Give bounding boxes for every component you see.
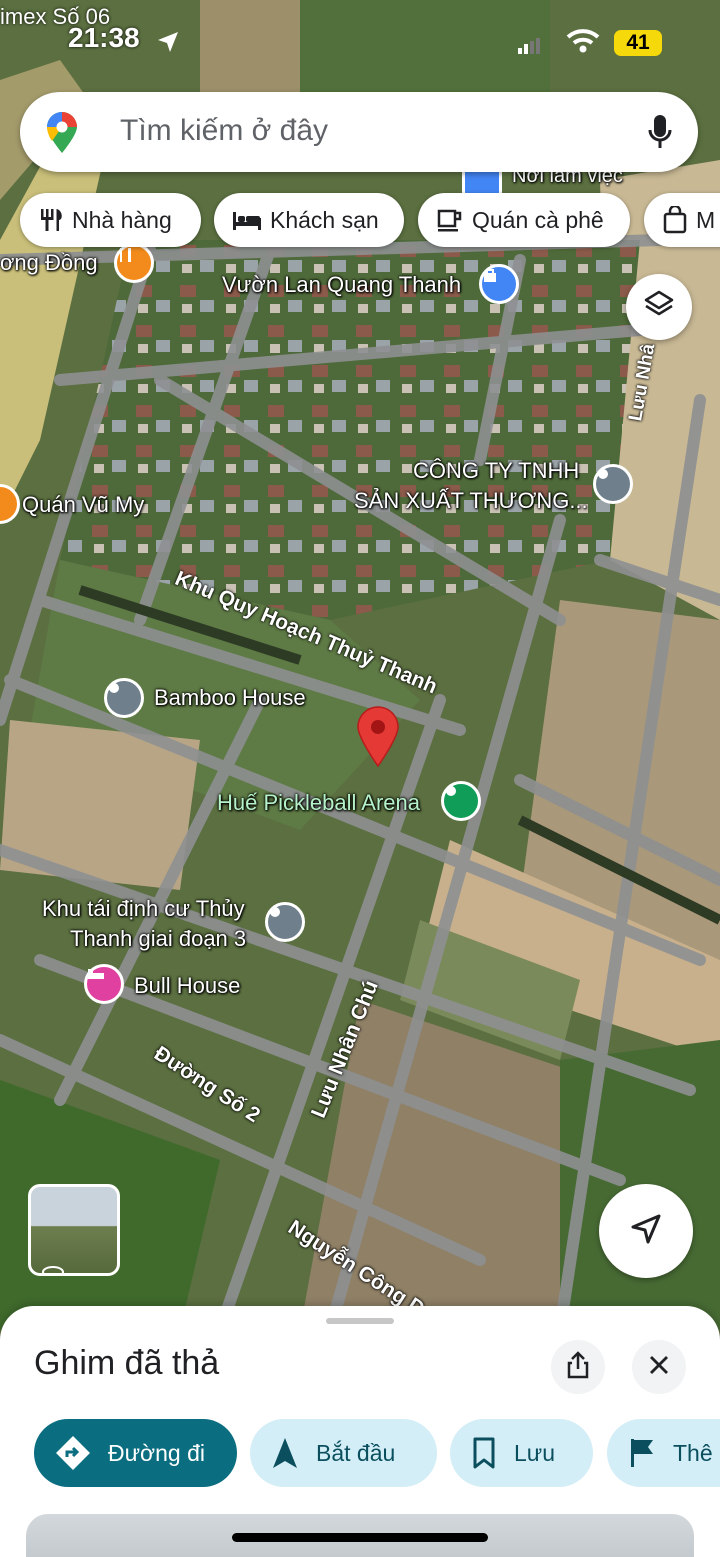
chip-hotels[interactable]: Khách sạn bbox=[214, 193, 404, 247]
google-maps-pin-icon bbox=[46, 112, 78, 159]
hotel-pin-icon[interactable] bbox=[84, 964, 124, 1004]
label-bamboo-house[interactable]: Bamboo House bbox=[154, 685, 306, 711]
hotel-bed-icon bbox=[232, 208, 262, 232]
coffee-cup-icon bbox=[436, 207, 464, 233]
chip-coffee-label: Quán cà phê bbox=[472, 206, 604, 233]
bookmark-icon bbox=[472, 1437, 496, 1469]
close-button[interactable] bbox=[632, 1340, 686, 1394]
sheet-title: Ghim đã thả bbox=[34, 1344, 220, 1382]
start-label: Bắt đầu bbox=[316, 1439, 396, 1466]
sheet-drag-handle[interactable] bbox=[326, 1318, 394, 1324]
place-pin-icon[interactable] bbox=[593, 464, 633, 504]
chip-restaurants-label: Nhà hàng bbox=[72, 206, 172, 233]
layers-button[interactable] bbox=[626, 274, 692, 340]
status-time: 21:38 bbox=[68, 22, 140, 53]
save-button[interactable]: Lưu bbox=[450, 1419, 593, 1487]
flag-icon bbox=[629, 1437, 655, 1469]
directions-icon bbox=[56, 1436, 90, 1470]
restaurant-icon bbox=[38, 207, 64, 233]
label-bull-house[interactable]: Bull House bbox=[134, 973, 240, 999]
chip-shopping-label: M bbox=[696, 206, 716, 233]
home-indicator[interactable] bbox=[232, 1533, 488, 1542]
label-pickleball-arena[interactable]: Huế Pickleball Arena bbox=[217, 790, 420, 816]
shopping-pin-icon[interactable] bbox=[479, 264, 519, 304]
street-view-thumbnail[interactable] bbox=[28, 1184, 120, 1276]
sports-pin-icon[interactable] bbox=[441, 781, 481, 821]
layers-icon bbox=[643, 289, 675, 326]
search-bar[interactable]: Tìm kiếm ở đây bbox=[20, 92, 698, 172]
battery-level: 41 bbox=[626, 31, 650, 54]
chip-restaurants[interactable]: Nhà hàng bbox=[20, 193, 201, 247]
bottom-sheet[interactable]: Ghim đã thả Đường đi Bắt đầu Lưu Thê bbox=[0, 1306, 720, 1557]
label-cong-ty-line2[interactable]: SẢN XUẤT THƯƠNG... bbox=[354, 488, 588, 514]
chip-hotels-label: Khách sạn bbox=[270, 206, 379, 233]
chip-shopping[interactable]: M bbox=[644, 193, 720, 247]
label-quan-vu-my[interactable]: Quán Vũ My bbox=[22, 492, 144, 518]
label-vuon-lan[interactable]: Vườn Lan Quang Thanh bbox=[222, 272, 461, 298]
directions-button[interactable]: Đường đi bbox=[34, 1419, 237, 1487]
label-cong-ty-line1[interactable]: CÔNG TY TNHH bbox=[413, 458, 579, 484]
battery-indicator: 41 bbox=[614, 30, 662, 56]
microphone-icon[interactable] bbox=[648, 114, 672, 155]
label-khu-tai-dinh-cu-line2[interactable]: Thanh giai đoạn 3 bbox=[70, 926, 246, 952]
shopping-bag-icon bbox=[662, 206, 688, 234]
place-pin-taidinhcu-icon[interactable] bbox=[265, 902, 305, 942]
add-label-text: Thê bbox=[673, 1439, 713, 1466]
chip-coffee[interactable]: Quán cà phê bbox=[418, 193, 630, 247]
label-suong-dong[interactable]: ơng Đồng bbox=[0, 250, 98, 276]
restaurant-pin-icon[interactable] bbox=[114, 243, 154, 283]
close-icon bbox=[649, 1355, 669, 1380]
save-label: Lưu bbox=[514, 1439, 555, 1466]
navigation-arrow-icon bbox=[272, 1436, 298, 1470]
my-location-button[interactable] bbox=[599, 1184, 693, 1278]
start-button[interactable]: Bắt đầu bbox=[250, 1419, 437, 1487]
add-label-button[interactable]: Thê bbox=[607, 1419, 720, 1487]
place-pin-bamboo-icon[interactable] bbox=[104, 678, 144, 718]
directions-label: Đường đi bbox=[108, 1439, 205, 1466]
label-khu-tai-dinh-cu-line1[interactable]: Khu tái định cư Thủy bbox=[42, 896, 245, 922]
navigation-arrow-outline-icon bbox=[629, 1212, 663, 1251]
search-placeholder[interactable]: Tìm kiếm ở đây bbox=[120, 114, 328, 148]
share-button[interactable] bbox=[551, 1340, 605, 1394]
share-icon bbox=[566, 1350, 590, 1384]
